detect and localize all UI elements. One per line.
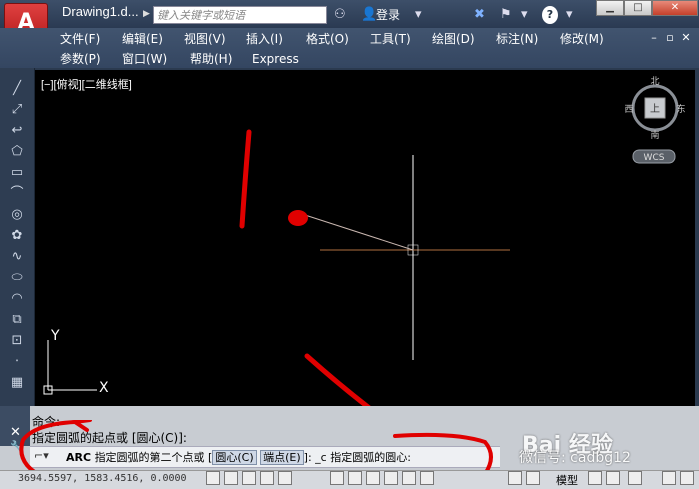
menu-modify[interactable]: 修改(M) [560, 31, 604, 47]
clean-screen-icon[interactable] [680, 471, 694, 485]
chevron-down-icon[interactable]: ▾ [521, 6, 528, 24]
selection-cycling-icon[interactable] [508, 471, 522, 485]
model-space-toggle[interactable]: 模型 [556, 472, 578, 488]
lineweight-icon[interactable] [384, 471, 398, 485]
viewcube-north[interactable]: 北 [650, 76, 659, 87]
wechat-watermark: 微信号: cadbg12 [519, 450, 631, 466]
close-button[interactable]: ✕ [652, 0, 698, 16]
construction-line-icon[interactable]: ⤢ [8, 101, 26, 119]
menu-draw[interactable]: 绘图(D) [432, 31, 475, 47]
circle-icon[interactable]: ◎ [8, 206, 26, 224]
minimize-button[interactable]: ▁ [596, 0, 624, 16]
make-block-icon[interactable]: ⊡ [8, 332, 26, 350]
transparency-icon[interactable] [402, 471, 416, 485]
doc-minimize-button[interactable]: – [648, 32, 660, 44]
apps-icon[interactable]: ⚑ [500, 6, 512, 24]
quick-view-drawings-icon[interactable] [606, 471, 620, 485]
menu-insert[interactable]: 插入(I) [246, 31, 283, 47]
spline-icon[interactable]: ∿ [8, 248, 26, 266]
annotation-stroke [239, 129, 252, 229]
rubber-band-line [304, 214, 414, 251]
help-button[interactable]: ? [542, 6, 558, 24]
menu-file[interactable]: 文件(F) [60, 31, 100, 47]
ucs-y-label: Y [50, 328, 60, 344]
play-icon[interactable]: ▶ [143, 9, 151, 19]
menu-format[interactable]: 格式(O) [306, 31, 349, 47]
line-tool-icon[interactable]: ╱ [8, 80, 26, 98]
ucs-x-label: X [99, 380, 109, 396]
viewcube-west[interactable]: 西 [624, 104, 633, 115]
maximize-button[interactable]: □ [624, 0, 652, 16]
polar-icon[interactable] [260, 471, 274, 485]
ellipse-arc-icon[interactable]: ◠ [8, 290, 26, 308]
chevron-down-icon[interactable]: ▾ [566, 6, 573, 24]
annotation-blob [288, 210, 308, 226]
grid-icon[interactable] [224, 471, 238, 485]
doc-close-button[interactable]: ✕ [680, 32, 692, 44]
menu-dimension[interactable]: 标注(N) [496, 31, 538, 47]
workspace-icon[interactable] [662, 471, 676, 485]
plus-icon[interactable] [526, 471, 540, 485]
binoculars-icon[interactable]: ⚇ [334, 6, 346, 24]
viewport-controls-label[interactable]: [−][俯视][二维线框] [41, 76, 132, 92]
viewcube-south[interactable]: 南 [650, 129, 659, 141]
viewcube-east[interactable]: 东 [676, 103, 685, 115]
polyline-icon[interactable]: ↩ [8, 122, 26, 140]
exchange-icon[interactable]: ✖ [474, 6, 485, 24]
doc-restore-button[interactable]: ▫ [664, 32, 676, 44]
revision-cloud-icon[interactable]: ✿ [8, 227, 26, 245]
point-icon[interactable]: ⋅ [8, 353, 26, 371]
layout-icon[interactable] [588, 471, 602, 485]
ducs-icon[interactable] [348, 471, 362, 485]
annotation-arrow [304, 353, 371, 406]
coordinate-readout[interactable]: 3694.5597, 1583.4516, 0.0000 [18, 473, 187, 484]
osnap-icon[interactable] [278, 471, 292, 485]
menu-help[interactable]: 帮助(H) [190, 51, 232, 67]
viewcube[interactable]: 上 北 南 东 西 WCS [624, 76, 686, 164]
menu-edit[interactable]: 编辑(E) [122, 31, 163, 47]
annotation-scale-icon[interactable] [628, 471, 642, 485]
menu-express[interactable]: Express [252, 51, 299, 67]
search-input[interactable]: 键入关键字或短语 [153, 6, 327, 24]
menu-tools[interactable]: 工具(T) [370, 31, 411, 47]
menu-window[interactable]: 窗口(W) [122, 51, 167, 67]
dyn-icon[interactable] [366, 471, 380, 485]
login-button[interactable]: 登录 [376, 6, 400, 24]
polygon-icon[interactable]: ⬠ [8, 143, 26, 161]
hatch-icon[interactable]: ▦ [8, 374, 26, 392]
ortho-icon[interactable] [242, 471, 256, 485]
arc-icon[interactable]: ⌒ [8, 185, 26, 203]
otrack-icon[interactable] [330, 471, 344, 485]
menu-view[interactable]: 视图(V) [184, 31, 226, 47]
menu-parametric[interactable]: 参数(P) [60, 51, 101, 67]
viewcube-face-label: 上 [650, 103, 660, 115]
rectangle-icon[interactable]: ▭ [8, 164, 26, 182]
quick-properties-icon[interactable] [420, 471, 434, 485]
wcs-label: WCS [644, 153, 665, 163]
document-title: Drawing1.d... [62, 4, 139, 19]
drawing-canvas[interactable]: 上 北 南 东 西 WCS Y X [35, 70, 695, 406]
user-icon[interactable]: 👤 [361, 6, 377, 24]
chevron-down-icon[interactable]: ▾ [415, 6, 422, 24]
insert-block-icon[interactable]: ⧉ [8, 311, 26, 329]
snap-icon[interactable] [206, 471, 220, 485]
ellipse-icon[interactable]: ⬭ [8, 269, 26, 287]
